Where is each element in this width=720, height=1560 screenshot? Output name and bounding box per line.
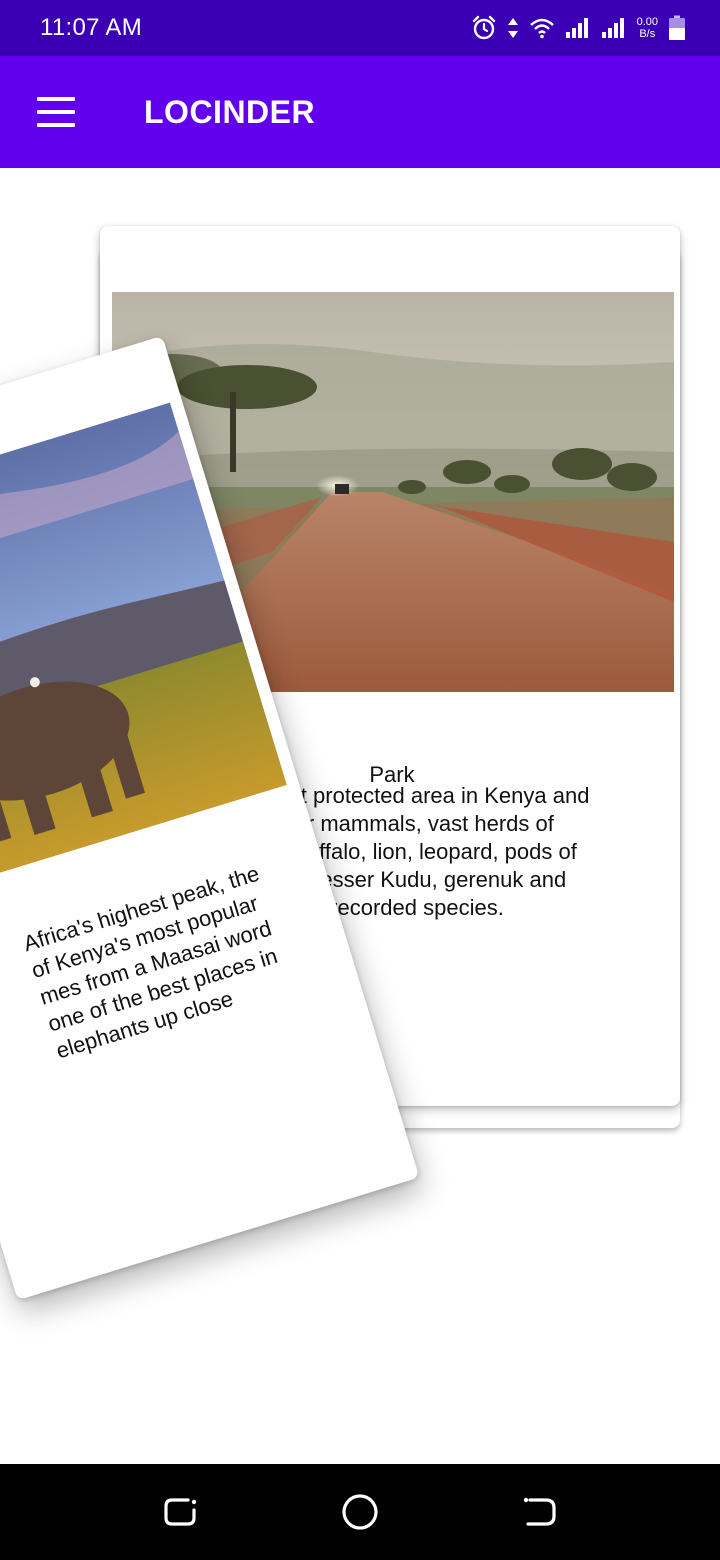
status-bar: 11:07 AM 0.00 B/s (0, 0, 720, 56)
menu-line (37, 110, 75, 114)
back-icon[interactable] (520, 1492, 560, 1532)
network-speed-value: 0.00 (636, 16, 658, 28)
card-description: Africa's highest peak, the of Kenya's mo… (20, 860, 281, 1064)
menu-line (37, 123, 75, 127)
card-stack-area: Park rgest protected area in Kenya and l… (0, 168, 720, 1464)
network-speed-unit: B/s (639, 28, 656, 40)
status-time: 11:07 AM (40, 14, 143, 41)
signal-icon (601, 18, 624, 38)
network-speed: 0.00 B/s (637, 16, 658, 40)
hamburger-menu-icon[interactable] (24, 84, 88, 140)
signal-icon (565, 18, 588, 38)
app-title: LOCINDER (144, 94, 316, 130)
app-bar: LOCINDER (0, 56, 720, 168)
recent-apps-icon[interactable] (160, 1492, 200, 1532)
data-arrows-icon (507, 18, 518, 38)
status-icons: 0.00 B/s (471, 12, 686, 44)
menu-line (37, 97, 75, 101)
wifi-icon (529, 18, 554, 39)
alarm-icon (472, 15, 495, 40)
home-icon[interactable] (340, 1492, 380, 1532)
battery-icon (669, 15, 685, 40)
navigation-bar (0, 1464, 720, 1560)
